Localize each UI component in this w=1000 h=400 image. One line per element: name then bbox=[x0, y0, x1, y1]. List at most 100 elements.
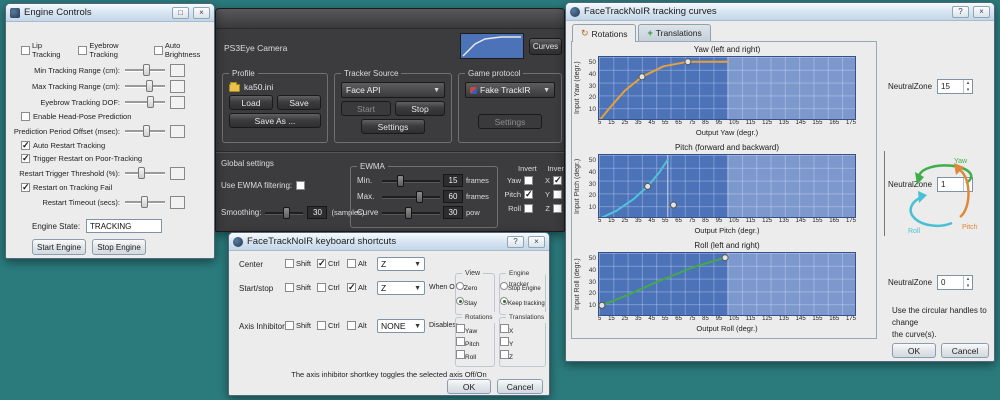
ewma-min-slider[interactable] bbox=[382, 174, 440, 187]
shortcuts-titlebar[interactable]: FaceTrackNoIR keyboard shortcuts ? × bbox=[229, 233, 549, 251]
curve-handle[interactable] bbox=[721, 254, 729, 262]
roll-curve[interactable] bbox=[599, 253, 856, 316]
startstop-alt-checkbox[interactable] bbox=[347, 282, 356, 293]
inhibitor-ctrl-checkbox[interactable] bbox=[317, 321, 326, 330]
curve-handle[interactable] bbox=[638, 73, 646, 81]
startstop-key-select[interactable]: Z ▼ bbox=[377, 281, 425, 295]
stop-engine-radio[interactable] bbox=[500, 282, 508, 290]
spin-down-icon[interactable]: ▾ bbox=[964, 283, 972, 290]
cancel-button[interactable]: Cancel bbox=[941, 343, 989, 358]
engine-controls-titlebar[interactable]: Engine Controls □ × bbox=[6, 4, 214, 22]
disable-z-checkbox[interactable] bbox=[500, 350, 509, 359]
ewma-curve-value[interactable]: 30 bbox=[443, 206, 463, 219]
center-ctrl-checkbox[interactable] bbox=[317, 258, 326, 269]
invert-pitch-checkbox[interactable] bbox=[524, 189, 533, 200]
close-icon[interactable]: × bbox=[528, 235, 545, 248]
disable-y-checkbox[interactable] bbox=[500, 337, 509, 346]
yaw-neutralzone-spinner[interactable]: 15 ▴ ▾ bbox=[937, 79, 974, 94]
tracker-stop-button[interactable]: Stop bbox=[395, 101, 445, 116]
invert-y-checkbox[interactable] bbox=[553, 189, 562, 199]
inhibitor-key-select[interactable]: NONE ▼ bbox=[377, 319, 425, 333]
ewma-filtering-checkbox[interactable] bbox=[296, 181, 306, 190]
curves-titlebar[interactable]: FaceTrackNoIR tracking curves ? × bbox=[566, 3, 994, 21]
main-window-titlebar[interactable] bbox=[216, 9, 564, 29]
max-tracking-range-slider[interactable] bbox=[125, 80, 165, 92]
min-tracking-range-slider[interactable] bbox=[125, 64, 165, 76]
curves-button[interactable]: Curves bbox=[529, 38, 562, 55]
ewma-max-slider[interactable] bbox=[382, 190, 440, 203]
invert-roll-checkbox[interactable] bbox=[524, 203, 533, 213]
invert-z-checkbox[interactable] bbox=[553, 203, 562, 213]
smoothing-value[interactable]: 30 bbox=[307, 206, 328, 219]
disable-roll-checkbox[interactable] bbox=[456, 350, 465, 359]
center-shift-checkbox[interactable] bbox=[285, 259, 294, 268]
disable-x-checkbox[interactable] bbox=[500, 324, 509, 333]
eyebrow-dof-spin[interactable] bbox=[170, 95, 185, 109]
center-key-select[interactable]: Z ▼ bbox=[377, 257, 425, 271]
pitch-plot[interactable] bbox=[598, 154, 856, 218]
invert-x-checkbox[interactable] bbox=[553, 175, 562, 186]
eyebrow-dof-slider[interactable] bbox=[125, 96, 165, 108]
curve-handle[interactable] bbox=[644, 182, 652, 190]
engine-state-field[interactable]: TRACKING bbox=[86, 219, 163, 233]
ewma-max-value[interactable]: 60 bbox=[443, 190, 463, 203]
tracker-settings-button[interactable]: Settings bbox=[361, 119, 425, 134]
restart-timeout-spin[interactable] bbox=[170, 195, 185, 209]
help-icon[interactable]: ? bbox=[507, 235, 524, 248]
invert-yaw-checkbox[interactable] bbox=[524, 175, 533, 185]
smoothing-slider[interactable] bbox=[265, 206, 304, 219]
ok-button[interactable]: OK bbox=[892, 343, 936, 358]
save-button[interactable]: Save bbox=[277, 95, 321, 110]
rotation-gizmo[interactable]: Yaw Pitch Roll bbox=[906, 153, 982, 235]
ewma-min-value[interactable]: 15 bbox=[443, 174, 463, 187]
eyebrow-tracking-checkbox[interactable] bbox=[78, 45, 88, 55]
ok-button[interactable]: OK bbox=[447, 379, 491, 394]
lip-tracking-checkbox[interactable] bbox=[21, 45, 30, 55]
inhibitor-shift-checkbox[interactable] bbox=[285, 321, 294, 330]
disable-yaw-checkbox[interactable] bbox=[456, 324, 465, 333]
inhibitor-alt-checkbox[interactable] bbox=[347, 321, 356, 330]
tab-rotations[interactable]: ↻ Rotations bbox=[572, 24, 637, 42]
keep-tracking-radio[interactable] bbox=[500, 297, 508, 305]
max-tracking-range-spin[interactable] bbox=[170, 79, 185, 93]
trigger-restart-checkbox[interactable] bbox=[21, 153, 30, 164]
close-icon[interactable]: × bbox=[193, 6, 210, 19]
close-icon[interactable]: × bbox=[973, 5, 990, 18]
prediction-offset-slider[interactable] bbox=[125, 125, 165, 137]
startstop-ctrl-checkbox[interactable] bbox=[317, 283, 326, 292]
stop-engine-button[interactable]: Stop Engine bbox=[92, 239, 146, 255]
restore-icon[interactable]: □ bbox=[172, 6, 189, 19]
prediction-offset-spin[interactable] bbox=[170, 124, 185, 138]
cancel-button[interactable]: Cancel bbox=[497, 379, 543, 394]
tracker-source-select[interactable]: Face API ▼ bbox=[341, 82, 445, 98]
start-engine-button[interactable]: Start Engine bbox=[32, 239, 86, 255]
spin-down-icon[interactable]: ▾ bbox=[964, 87, 972, 94]
roll-neutralzone-spinner[interactable]: 0 ▴ ▾ bbox=[937, 275, 974, 290]
restart-on-fail-checkbox[interactable] bbox=[21, 182, 30, 193]
enable-prediction-checkbox[interactable] bbox=[21, 112, 30, 121]
restart-threshold-spin[interactable] bbox=[170, 166, 185, 180]
center-alt-checkbox[interactable] bbox=[347, 259, 356, 268]
game-protocol-select[interactable]: Fake TrackIR ▼ bbox=[465, 82, 555, 98]
view-zero-radio[interactable] bbox=[456, 282, 464, 290]
restart-threshold-slider[interactable] bbox=[125, 167, 165, 179]
yaw-plot[interactable] bbox=[598, 56, 856, 120]
save-as-button[interactable]: Save As ... bbox=[229, 113, 321, 128]
tab-translations[interactable]: + Translations bbox=[638, 24, 711, 41]
ewma-curve-slider[interactable] bbox=[382, 206, 440, 219]
yaw-curve[interactable] bbox=[599, 57, 856, 120]
protocol-settings-button[interactable]: Settings bbox=[478, 114, 542, 129]
view-stay-radio[interactable] bbox=[456, 297, 464, 305]
min-tracking-range-spin[interactable] bbox=[170, 63, 185, 77]
curve-handle[interactable] bbox=[670, 201, 677, 209]
tracker-start-button[interactable]: Start bbox=[341, 101, 391, 116]
auto-restart-checkbox[interactable] bbox=[21, 140, 30, 151]
restart-timeout-slider[interactable] bbox=[125, 196, 165, 208]
pitch-curve[interactable] bbox=[599, 155, 856, 218]
auto-brightness-checkbox[interactable] bbox=[153, 45, 163, 55]
disable-pitch-checkbox[interactable] bbox=[456, 337, 465, 346]
load-button[interactable]: Load bbox=[229, 95, 273, 110]
curve-handle[interactable] bbox=[684, 58, 692, 66]
startstop-shift-checkbox[interactable] bbox=[285, 283, 294, 292]
curve-handle[interactable] bbox=[599, 301, 606, 309]
